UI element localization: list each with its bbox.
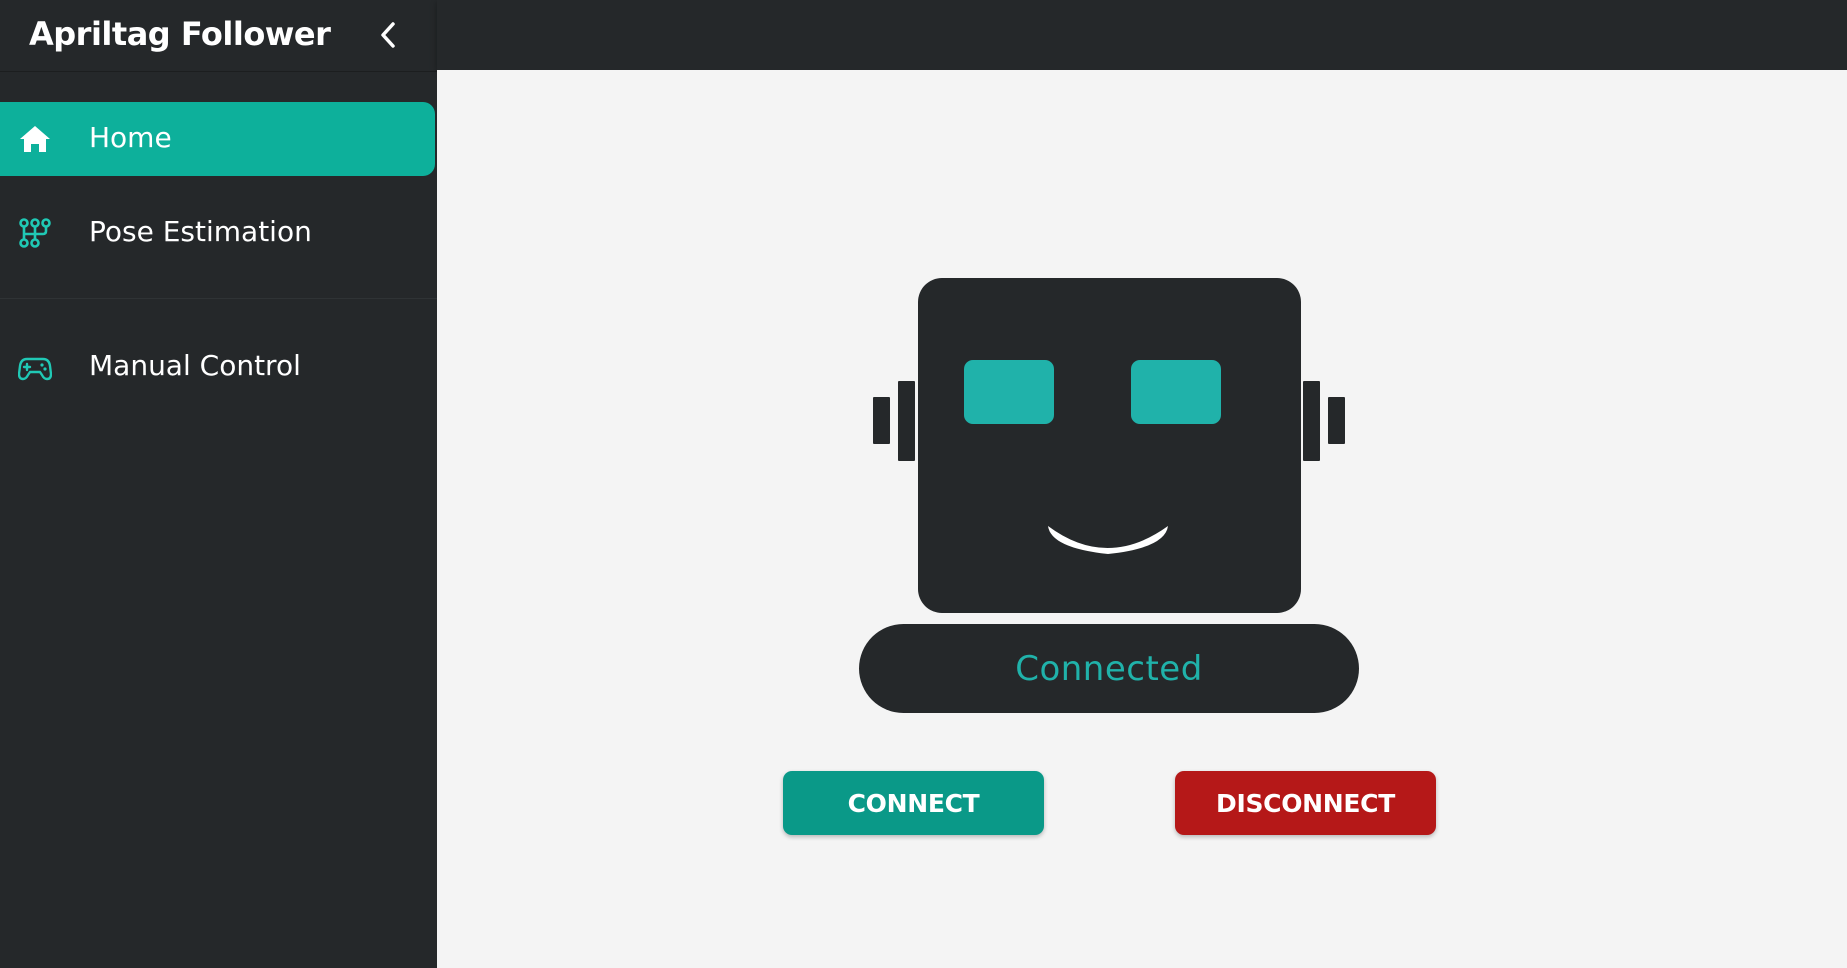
gamepad-icon — [18, 357, 52, 381]
robot-ear-inner-left — [898, 381, 915, 461]
sidebar-divider — [0, 298, 437, 299]
home-icon — [20, 126, 50, 152]
app-title: Apriltag Follower — [29, 15, 331, 53]
collapse-sidebar-button[interactable] — [370, 16, 408, 54]
robot-ear-inner-right — [1303, 381, 1320, 461]
chevron-left-icon — [381, 22, 395, 48]
connection-status-pill: Connected — [859, 624, 1359, 713]
disconnect-button[interactable]: DISCONNECT — [1175, 771, 1436, 835]
sidebar-item-label: Pose Estimation — [89, 215, 312, 248]
robot-illustration — [873, 278, 1345, 613]
robot-eye-right — [1131, 360, 1221, 424]
app-root: Apriltag Follower Home Pose Estimation M… — [0, 0, 1847, 968]
pose-graph-icon — [19, 218, 51, 248]
top-app-bar — [437, 0, 1847, 70]
robot-head — [918, 278, 1301, 613]
sidebar: Apriltag Follower Home Pose Estimation M… — [0, 0, 437, 968]
sidebar-item-label: Home — [89, 121, 172, 154]
robot-ear-outer-left — [873, 397, 890, 444]
robot-ear-outer-right — [1328, 397, 1345, 444]
robot-eye-left — [964, 360, 1054, 424]
sidebar-item-label: Manual Control — [89, 349, 301, 382]
connection-status-text: Connected — [1015, 648, 1203, 689]
sidebar-item-manual-control[interactable]: Manual Control — [0, 330, 435, 404]
sidebar-item-home[interactable]: Home — [0, 102, 435, 176]
sidebar-item-pose-estimation[interactable]: Pose Estimation — [0, 196, 435, 270]
sidebar-header: Apriltag Follower — [0, 0, 437, 72]
connect-button[interactable]: CONNECT — [783, 771, 1044, 835]
main-content: Connected CONNECT DISCONNECT — [437, 70, 1847, 968]
